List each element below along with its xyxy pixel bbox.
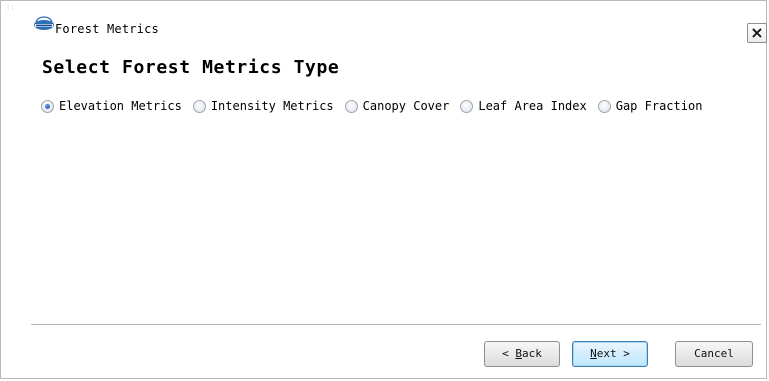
radio-option-gap-fraction[interactable]: Gap Fraction: [597, 99, 703, 113]
radio-button[interactable]: [41, 99, 54, 113]
back-button-mnemonic: B: [515, 347, 522, 360]
radio-label: Elevation Metrics: [59, 99, 182, 113]
close-button[interactable]: ×: [747, 23, 767, 43]
cancel-button-label: Cancel: [694, 347, 734, 360]
page-title: Select Forest Metrics Type: [42, 57, 340, 78]
back-button[interactable]: < Back: [484, 341, 560, 367]
radio-button[interactable]: [192, 99, 206, 113]
radio-button[interactable]: [597, 99, 611, 113]
radio-option-canopy-cover[interactable]: Canopy Cover: [344, 99, 450, 113]
radio-label: Canopy Cover: [362, 99, 450, 113]
close-icon: ×: [750, 23, 764, 42]
radio-option-leaf-area-index[interactable]: Leaf Area Index: [460, 99, 587, 113]
radio-button[interactable]: [344, 99, 358, 113]
footer-divider: [31, 324, 761, 326]
title-bar: ⁞⁞ Forest Metrics ×: [1, 1, 767, 43]
next-button[interactable]: Next >: [572, 341, 648, 367]
radio-button[interactable]: [460, 99, 474, 113]
app-logo-icon: [34, 16, 54, 30]
back-button-label: ack: [522, 347, 542, 360]
next-button-mnemonic: N: [590, 347, 597, 360]
cancel-button[interactable]: Cancel: [675, 341, 753, 367]
next-button-label: ext >: [596, 347, 630, 360]
window-title: Forest Metrics: [55, 22, 159, 36]
wizard-window: ⁞⁞ Forest Metrics × Select Forest Metric…: [0, 0, 767, 379]
radio-option-intensity-metrics[interactable]: Intensity Metrics: [192, 99, 334, 113]
radio-label: Gap Fraction: [615, 99, 703, 113]
radio-option-elevation-metrics[interactable]: Elevation Metrics: [41, 99, 182, 113]
radio-label: Intensity Metrics: [210, 99, 334, 113]
radio-label: Leaf Area Index: [478, 99, 587, 113]
metrics-type-radio-group: Elevation Metrics Intensity Metrics Cano…: [41, 99, 713, 113]
resize-grip-icon: ⁞⁞: [6, 4, 15, 12]
back-button-arrow: <: [502, 347, 516, 360]
